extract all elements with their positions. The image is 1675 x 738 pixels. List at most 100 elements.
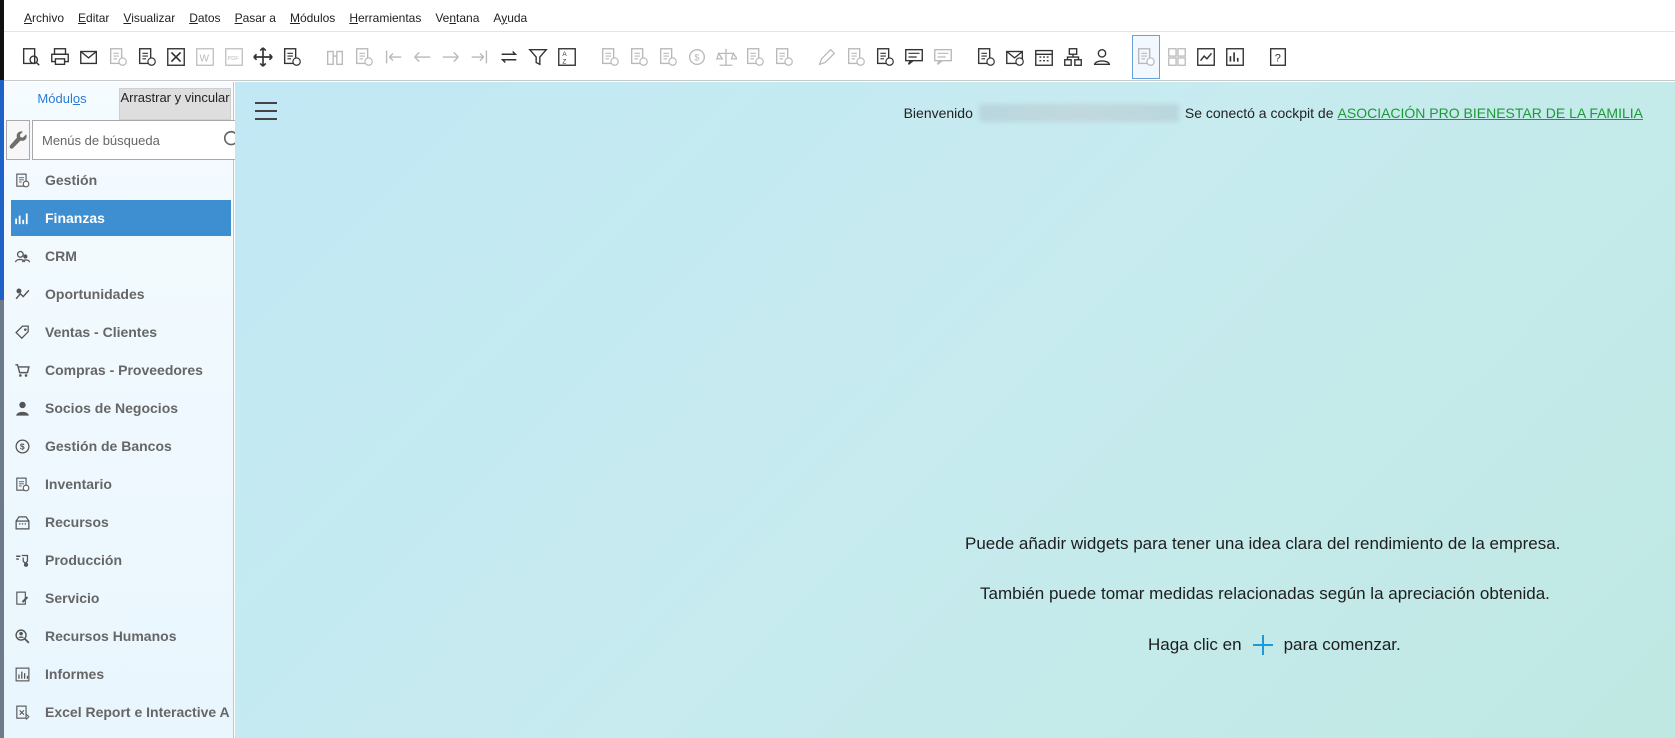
help-button[interactable]: ? [1265, 44, 1290, 69]
chat-button[interactable] [930, 44, 955, 69]
sidebar-item-inventario[interactable]: Inventario [4, 465, 234, 503]
fax-button[interactable] [105, 44, 130, 69]
inbox-alert-button[interactable] [1002, 44, 1027, 69]
toolbar: W PDF A Z $? [4, 33, 1675, 81]
sidebar-item-excel-report-e-interactive-a[interactable]: Excel Report e Interactive A [4, 693, 234, 731]
sidebar-item-label: Excel Report e Interactive A [45, 704, 230, 720]
sidebar-item-label: Producción [45, 552, 123, 568]
base-doc-icon [630, 47, 648, 66]
messages-button[interactable] [901, 44, 926, 69]
sidebar-item-compras-proveedores[interactable]: Compras - Proveedores [4, 351, 234, 389]
tab-drag-and-relate[interactable]: Arrastrar y vincular [119, 88, 231, 120]
related-doc-button[interactable] [597, 44, 622, 69]
sidebar-item-socios-de-negocios[interactable]: Socios de Negocios [4, 389, 234, 427]
sidebar-item-label: Informes [45, 666, 105, 682]
org-chart-icon [1063, 47, 1082, 66]
add-row-button[interactable] [351, 44, 376, 69]
calendar-alert-button[interactable] [973, 44, 998, 69]
sidebar-item-label: Servicio [45, 590, 100, 606]
sidebar-item-informes[interactable]: Informes [4, 655, 234, 693]
base-doc-button[interactable] [626, 44, 651, 69]
sidebar-item-producción[interactable]: Producción [4, 541, 234, 579]
org-chart-button[interactable] [1060, 44, 1085, 69]
widgets-button[interactable] [1164, 44, 1189, 69]
svg-text:$: $ [694, 52, 699, 62]
menu-archivo[interactable]: Archivo [24, 11, 64, 25]
menu-editar[interactable]: Editar [78, 11, 109, 25]
menu-datos[interactable]: Datos [189, 11, 220, 25]
excel-export-button[interactable] [163, 44, 188, 69]
first-record-button[interactable] [380, 44, 405, 69]
inventory-icon [12, 474, 32, 494]
tab-modules[interactable]: Módulos [12, 88, 112, 118]
menu-visualizar[interactable]: Visualizar [123, 11, 175, 25]
calendar-button[interactable] [1031, 44, 1056, 69]
edit-button[interactable] [814, 44, 839, 69]
sidebar-item-oportunidades[interactable]: Oportunidades [4, 275, 234, 313]
pdf-export-button[interactable]: PDF [221, 44, 246, 69]
refresh-button[interactable] [496, 44, 521, 69]
copy-window-button[interactable] [134, 44, 159, 69]
word-export-icon: W [195, 47, 214, 66]
calendar-alert-icon [977, 47, 995, 66]
target-doc-button[interactable] [655, 44, 680, 69]
payment-means-button[interactable]: $ [684, 44, 709, 69]
widgets-icon [1167, 47, 1186, 66]
cockpit-icon [1137, 47, 1155, 66]
previous-record-button[interactable] [409, 44, 434, 69]
wrench-icon [9, 131, 27, 149]
print-button[interactable] [47, 44, 72, 69]
sidebar-item-ventas-clientes[interactable]: Ventas - Clientes [4, 313, 234, 351]
crm-people-icon [12, 246, 32, 266]
welcome-bar: Bienvenido Se conectó a cockpit de ASOCI… [904, 104, 1643, 122]
dollar-circle-icon: $ [12, 436, 32, 456]
chat-icon [933, 48, 952, 65]
calendar-icon [1034, 49, 1053, 66]
user-button[interactable] [1089, 44, 1114, 69]
menu-herramientas[interactable]: Herramientas [349, 11, 421, 25]
menu-search-input[interactable] [42, 132, 218, 148]
cart-icon [12, 360, 32, 380]
journal-button[interactable] [742, 44, 767, 69]
sidebar-item-gestión-de-bancos[interactable]: $ Gestión de Bancos [4, 427, 234, 465]
company-link[interactable]: ASOCIACIÓN PRO BIENESTAR DE LA FAMILIA [1338, 105, 1643, 121]
svg-text:PDF: PDF [227, 55, 239, 61]
move-button[interactable] [250, 44, 275, 69]
next-record-button[interactable] [438, 44, 463, 69]
menu-ayuda[interactable]: Ayuda [493, 11, 527, 25]
print-icon [50, 47, 69, 65]
preview-button[interactable] [18, 44, 43, 69]
email-button[interactable] [76, 44, 101, 69]
cockpit-button[interactable] [1132, 34, 1160, 79]
analytics-button[interactable] [1222, 44, 1247, 69]
sidebar-item-label: Finanzas [45, 210, 105, 226]
settings-doc-button[interactable] [843, 44, 868, 69]
add-widget-plus-icon[interactable] [1252, 634, 1274, 656]
menu-módulos[interactable]: Módulos [290, 11, 335, 25]
balance-button[interactable] [713, 44, 738, 69]
form-settings-button[interactable] [279, 44, 304, 69]
binoculars-button[interactable] [322, 44, 347, 69]
sort-button[interactable]: AZ [554, 44, 579, 69]
sidebar-item-finanzas[interactable]: Finanzas [11, 200, 231, 236]
menu-ventana[interactable]: Ventana [435, 11, 479, 25]
sidebar-item-recursos-humanos[interactable]: Recursos Humanos [4, 617, 234, 655]
last-record-button[interactable] [467, 44, 492, 69]
menu-pasar-a[interactable]: Pasar a [235, 11, 276, 25]
fax-icon [109, 47, 127, 66]
sidebar-item-gestión[interactable]: Gestión [4, 161, 234, 199]
layout-designer-button[interactable] [872, 44, 897, 69]
pdf-export-icon: PDF [224, 47, 243, 66]
filter-button[interactable] [525, 44, 550, 69]
service-icon [12, 588, 32, 608]
hamburger-menu-icon[interactable] [255, 102, 277, 120]
trend-button[interactable] [1193, 44, 1218, 69]
sidebar-item-recursos[interactable]: Recursos [4, 503, 234, 541]
drill-button[interactable] [771, 44, 796, 69]
sidebar-item-crm[interactable]: CRM [4, 237, 234, 275]
wrench-button[interactable] [6, 120, 30, 160]
sidebar-item-servicio[interactable]: Servicio [4, 579, 234, 617]
module-list: Gestión Finanzas CRM Oportunidades Ventas - … [4, 161, 234, 731]
word-export-button[interactable]: W [192, 44, 217, 69]
add-row-icon [355, 47, 373, 66]
